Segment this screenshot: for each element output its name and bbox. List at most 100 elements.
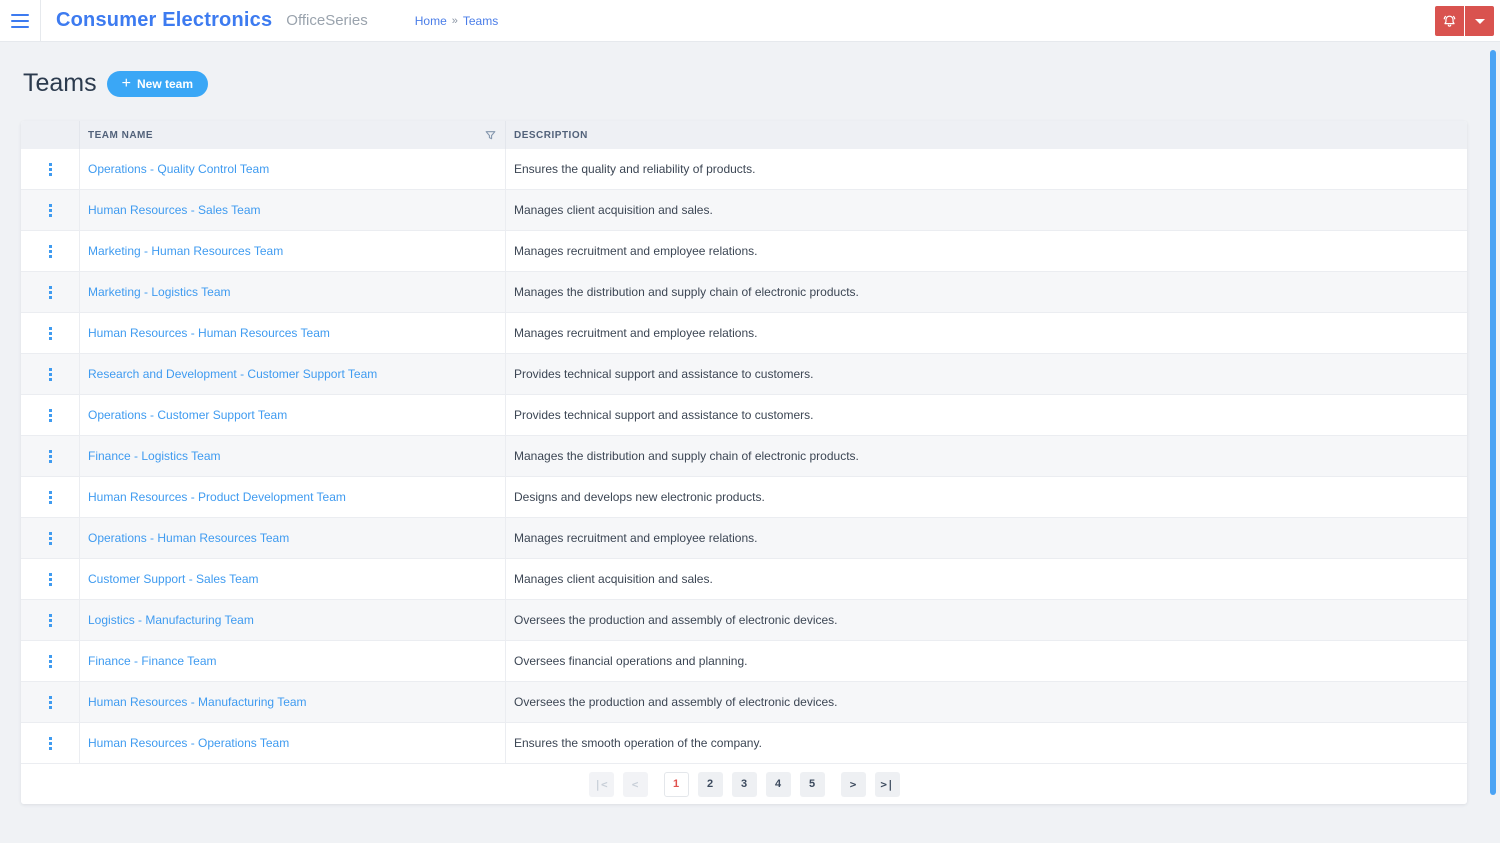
- kebab-menu-icon[interactable]: [45, 282, 56, 303]
- team-name-link[interactable]: Human Resources - Product Development Te…: [80, 490, 346, 504]
- table-row[interactable]: Customer Support - Sales Team Manages cl…: [21, 559, 1467, 600]
- page-number-button[interactable]: 2: [698, 772, 723, 797]
- team-description: Manages recruitment and employee relatio…: [506, 244, 757, 258]
- team-name-link[interactable]: Human Resources - Human Resources Team: [80, 326, 330, 340]
- table-row[interactable]: Human Resources - Sales Team Manages cli…: [21, 190, 1467, 231]
- row-actions-cell: [21, 190, 80, 230]
- team-name-link[interactable]: Operations - Quality Control Team: [80, 162, 269, 176]
- header-dropdown-button[interactable]: [1465, 6, 1494, 36]
- page-number-button[interactable]: 1: [664, 772, 689, 797]
- table-header-row: TEAM NAME DESCRIPTION: [21, 121, 1467, 149]
- row-description-cell: Designs and develops new electronic prod…: [506, 477, 1467, 517]
- team-name-header-label: TEAM NAME: [88, 130, 153, 141]
- team-name-link[interactable]: Human Resources - Operations Team: [80, 736, 289, 750]
- team-name-link[interactable]: Human Resources - Sales Team: [80, 203, 261, 217]
- header-divider: [40, 0, 41, 42]
- hamburger-menu-icon[interactable]: [0, 0, 40, 42]
- kebab-menu-icon[interactable]: [45, 528, 56, 549]
- table-row[interactable]: Human Resources - Manufacturing Team Ove…: [21, 682, 1467, 723]
- row-name-cell: Logistics - Manufacturing Team: [80, 600, 506, 640]
- new-team-button[interactable]: + New team: [107, 71, 208, 97]
- kebab-menu-icon[interactable]: [45, 241, 56, 262]
- kebab-menu-icon[interactable]: [45, 405, 56, 426]
- table-row[interactable]: Finance - Finance Team Oversees financia…: [21, 641, 1467, 682]
- kebab-menu-icon[interactable]: [45, 651, 56, 672]
- kebab-menu-icon[interactable]: [45, 200, 56, 221]
- kebab-menu-icon[interactable]: [45, 364, 56, 385]
- table-row[interactable]: Operations - Human Resources Team Manage…: [21, 518, 1467, 559]
- vertical-scrollbar-thumb[interactable]: [1490, 50, 1496, 795]
- team-description: Oversees the production and assembly of …: [506, 695, 838, 709]
- row-description-cell: Provides technical support and assistanc…: [506, 354, 1467, 394]
- team-description: Manages client acquisition and sales.: [506, 203, 713, 217]
- table-row[interactable]: Marketing - Logistics Team Manages the d…: [21, 272, 1467, 313]
- table-row[interactable]: Finance - Logistics Team Manages the dis…: [21, 436, 1467, 477]
- new-team-label: New team: [137, 77, 193, 91]
- kebab-menu-icon[interactable]: [45, 159, 56, 180]
- notifications-button[interactable]: [1435, 6, 1464, 36]
- title-row: Teams + New team: [21, 69, 1467, 98]
- kebab-menu-icon[interactable]: [45, 487, 56, 508]
- page-number-button[interactable]: 4: [766, 772, 791, 797]
- team-name-link[interactable]: Finance - Logistics Team: [80, 449, 221, 463]
- table-row[interactable]: Human Resources - Product Development Te…: [21, 477, 1467, 518]
- breadcrumb-separator: »: [452, 15, 458, 27]
- actions-column-header: [21, 121, 80, 149]
- table-row[interactable]: Research and Development - Customer Supp…: [21, 354, 1467, 395]
- page-number-button[interactable]: 3: [732, 772, 757, 797]
- row-actions-cell: [21, 600, 80, 640]
- row-name-cell: Human Resources - Product Development Te…: [80, 477, 506, 517]
- team-description: Manages the distribution and supply chai…: [506, 449, 859, 463]
- kebab-menu-icon[interactable]: [45, 733, 56, 754]
- teams-table-card: TEAM NAME DESCRIPTION Operations - Quali…: [21, 121, 1467, 804]
- team-description: Manages recruitment and employee relatio…: [506, 326, 757, 340]
- kebab-menu-icon[interactable]: [45, 323, 56, 344]
- table-row[interactable]: Operations - Quality Control Team Ensure…: [21, 149, 1467, 190]
- team-name-link[interactable]: Customer Support - Sales Team: [80, 572, 259, 586]
- bell-icon: [1441, 13, 1458, 30]
- table-row[interactable]: Human Resources - Human Resources Team M…: [21, 313, 1467, 354]
- last-page-button[interactable]: >|: [875, 772, 900, 797]
- plus-icon: +: [122, 76, 131, 92]
- table-row[interactable]: Human Resources - Operations Team Ensure…: [21, 723, 1467, 764]
- row-name-cell: Finance - Logistics Team: [80, 436, 506, 476]
- team-description: Manages the distribution and supply chai…: [506, 285, 859, 299]
- row-description-cell: Manages recruitment and employee relatio…: [506, 518, 1467, 558]
- next-page-button[interactable]: >: [841, 772, 866, 797]
- row-description-cell: Manages recruitment and employee relatio…: [506, 313, 1467, 353]
- table-row[interactable]: Operations - Customer Support Team Provi…: [21, 395, 1467, 436]
- team-description: Manages client acquisition and sales.: [506, 572, 713, 586]
- team-description: Oversees financial operations and planni…: [506, 654, 747, 668]
- kebab-menu-icon[interactable]: [45, 610, 56, 631]
- table-row[interactable]: Logistics - Manufacturing Team Oversees …: [21, 600, 1467, 641]
- row-name-cell: Marketing - Logistics Team: [80, 272, 506, 312]
- suite-name: OfficeSeries: [286, 12, 367, 29]
- row-description-cell: Oversees the production and assembly of …: [506, 600, 1467, 640]
- team-name-link[interactable]: Operations - Human Resources Team: [80, 531, 289, 545]
- brand-title: Consumer Electronics: [56, 9, 272, 32]
- breadcrumb-current-link[interactable]: Teams: [463, 14, 498, 28]
- kebab-menu-icon[interactable]: [45, 692, 56, 713]
- team-name-link[interactable]: Finance - Finance Team: [80, 654, 217, 668]
- prev-page-button[interactable]: <: [623, 772, 648, 797]
- kebab-menu-icon[interactable]: [45, 569, 56, 590]
- row-actions-cell: [21, 641, 80, 681]
- team-description: Provides technical support and assistanc…: [506, 408, 813, 422]
- team-name-link[interactable]: Logistics - Manufacturing Team: [80, 613, 254, 627]
- table-row[interactable]: Marketing - Human Resources Team Manages…: [21, 231, 1467, 272]
- team-name-link[interactable]: Marketing - Human Resources Team: [80, 244, 283, 258]
- row-actions-cell: [21, 313, 80, 353]
- filter-icon[interactable]: [484, 129, 497, 142]
- row-actions-cell: [21, 149, 80, 189]
- team-name-link[interactable]: Marketing - Logistics Team: [80, 285, 231, 299]
- breadcrumb-home-link[interactable]: Home: [415, 14, 447, 28]
- team-name-link[interactable]: Operations - Customer Support Team: [80, 408, 287, 422]
- kebab-menu-icon[interactable]: [45, 446, 56, 467]
- team-name-link[interactable]: Research and Development - Customer Supp…: [80, 367, 377, 381]
- team-name-link[interactable]: Human Resources - Manufacturing Team: [80, 695, 307, 709]
- table-body: Operations - Quality Control Team Ensure…: [21, 149, 1467, 764]
- row-description-cell: Manages the distribution and supply chai…: [506, 272, 1467, 312]
- first-page-button[interactable]: |<: [589, 772, 614, 797]
- page-number-button[interactable]: 5: [800, 772, 825, 797]
- row-name-cell: Operations - Human Resources Team: [80, 518, 506, 558]
